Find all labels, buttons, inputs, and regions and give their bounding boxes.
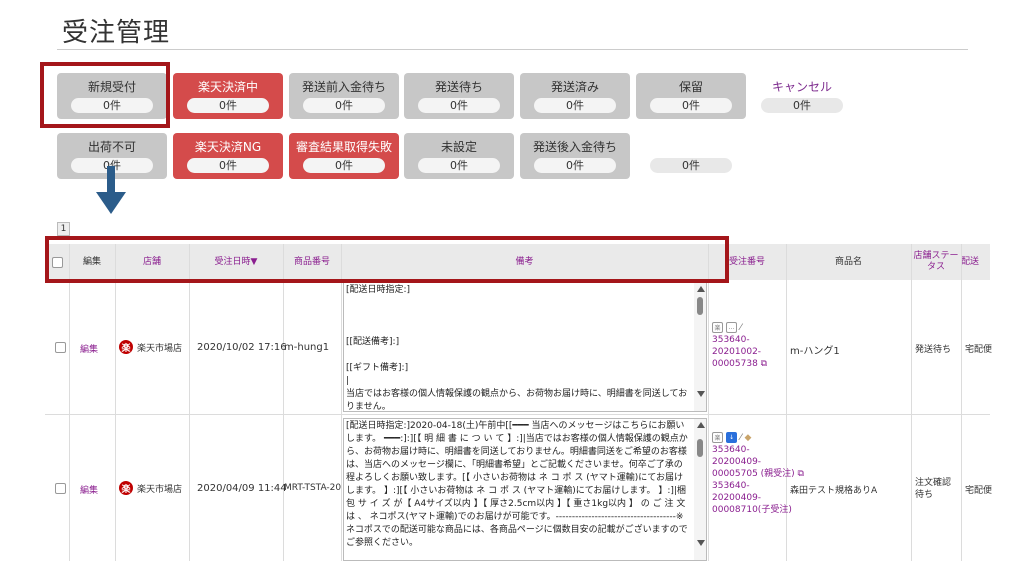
tile-label: 発送待ち bbox=[434, 80, 483, 94]
shop-cell: 楽 楽天市場店 bbox=[119, 340, 182, 354]
tile-count: 0件 bbox=[650, 158, 732, 173]
delivery-method: 宅配便 bbox=[965, 345, 993, 355]
header-product: 商品名 bbox=[834, 256, 862, 267]
status-tile-rakuten-paying[interactable]: 楽天決済中 0件 bbox=[173, 73, 283, 119]
shop-cell: 楽 楽天市場店 bbox=[119, 481, 182, 495]
order-icons: 楽 ↓ ⁄ ◆ bbox=[712, 432, 751, 443]
tile-label: 楽天決済NG bbox=[194, 140, 262, 154]
status-tile-rakuten-ng[interactable]: 楽天決済NG 0件 bbox=[173, 133, 283, 179]
pencil-icon[interactable]: ⁄ bbox=[740, 433, 742, 443]
memo-textarea[interactable]: [配送日時指定:] [[配送備考]:] [[ギフト備考]:] | 当店ではお客様… bbox=[343, 282, 707, 412]
package-icon: ◆ bbox=[744, 432, 752, 443]
tile-label: 保留 bbox=[678, 80, 703, 94]
status-tile-shipped[interactable]: 発送済み 0件 bbox=[520, 73, 630, 119]
tile-count: 0件 bbox=[303, 158, 385, 173]
order-number-link[interactable]: 353640- 20201002- 00005738 ⧉ bbox=[712, 334, 767, 370]
tile-count: 0件 bbox=[534, 98, 616, 113]
status-tile-hold[interactable]: 保留 0件 bbox=[636, 73, 746, 119]
header-shop-status[interactable]: 店舗ステータス bbox=[911, 244, 961, 280]
status-tile-ship-waiting[interactable]: 発送待ち 0件 bbox=[404, 73, 514, 119]
order-number-link[interactable]: 353640- 20200409- 00005705 (親受注) ⧉ 35364… bbox=[712, 444, 804, 516]
product-name: 森田テスト規格ありA bbox=[790, 486, 878, 496]
tile-label: 発送前入金待ち bbox=[301, 80, 386, 94]
pencil-icon[interactable]: ⁄ bbox=[740, 323, 742, 333]
tile-count: 0件 bbox=[761, 98, 843, 113]
status-tile-postpay-waiting[interactable]: 発送後入金待ち 0件 bbox=[520, 133, 630, 179]
rakuten-logo-icon: 楽 bbox=[119, 340, 133, 354]
status-tile-prepay-waiting[interactable]: 発送前入金待ち 0件 bbox=[289, 73, 399, 119]
orders-table: 編集 店舗 受注日時▼ 商品番号 備考 受注番号 商品名 店舗ステータス 配送 … bbox=[45, 236, 993, 561]
pager-page[interactable]: 1 bbox=[57, 222, 70, 236]
order-date: 2020/04/09 11:44 bbox=[197, 483, 287, 494]
delivery-method: 宅配便 bbox=[965, 486, 993, 496]
shop-name: 楽天市場店 bbox=[137, 484, 183, 495]
rakuten-badge-icon: 楽 bbox=[712, 322, 723, 333]
order-date: 2020/10/02 17:16 bbox=[197, 342, 287, 353]
product-name: m-ハング1 bbox=[790, 346, 840, 357]
memo-textarea[interactable]: [配送日時指定:]2020-04-18(土)午前中[[━━━ 当店へのメッセージ… bbox=[343, 418, 707, 561]
shop-name: 楽天市場店 bbox=[137, 343, 183, 354]
tile-count: 0件 bbox=[418, 98, 500, 113]
edit-link[interactable]: 編集 bbox=[80, 483, 98, 496]
page-title: 受注管理 bbox=[62, 18, 171, 48]
edit-link[interactable]: 編集 bbox=[80, 342, 98, 355]
tile-label: 審査結果取得失敗 bbox=[295, 140, 392, 154]
status-tile-cancel[interactable]: キャンセル 0件 bbox=[747, 73, 857, 119]
tile-count: 0件 bbox=[187, 98, 269, 113]
shop-status: 注文確認待ち bbox=[915, 478, 952, 500]
tile-count: 0件 bbox=[187, 158, 269, 173]
row-checkbox[interactable] bbox=[55, 483, 66, 494]
memo-scrollbar[interactable] bbox=[694, 419, 706, 560]
item-number: MRT-TSTA-20 bbox=[284, 483, 342, 493]
memo-text: [配送日時指定:] [[配送備考]:] [[ギフト備考]:] | 当店ではお客様… bbox=[346, 285, 688, 412]
title-divider bbox=[57, 49, 968, 50]
row-checkbox[interactable] bbox=[55, 342, 66, 353]
memo-scrollbar[interactable] bbox=[694, 283, 706, 411]
tile-label: キャンセル bbox=[771, 80, 832, 94]
highlight-box-new-tile bbox=[40, 62, 170, 128]
item-number: m-hung1 bbox=[284, 342, 330, 353]
download-icon[interactable]: ↓ bbox=[726, 432, 737, 443]
tile-label: 出荷不可 bbox=[87, 140, 136, 154]
status-tile-unset[interactable]: 未設定 0件 bbox=[404, 133, 514, 179]
rakuten-logo-icon: 楽 bbox=[119, 481, 133, 495]
tile-label: 未設定 bbox=[440, 140, 477, 154]
tile-label: 発送済み bbox=[550, 80, 599, 94]
tile-count: 0件 bbox=[650, 98, 732, 113]
shop-status: 発送待ち bbox=[915, 345, 952, 355]
memo-text: [配送日時指定:]2020-04-18(土)午前中[[━━━ 当店へのメッセージ… bbox=[346, 421, 689, 548]
tile-count: 0件 bbox=[418, 158, 500, 173]
highlight-box-header bbox=[45, 236, 729, 283]
status-tile-review-failed[interactable]: 審査結果取得失敗 0件 bbox=[289, 133, 399, 179]
tile-label: 発送後入金待ち bbox=[532, 140, 617, 154]
header-delivery[interactable]: 配送 bbox=[961, 244, 990, 280]
status-tile-unnamed[interactable]: 0件 bbox=[636, 133, 746, 179]
message-icon[interactable]: … bbox=[726, 322, 737, 333]
arrow-down-icon bbox=[96, 166, 126, 214]
tile-label: 楽天決済中 bbox=[197, 80, 258, 94]
tile-count: 0件 bbox=[303, 98, 385, 113]
order-icons: 楽 … ⁄ bbox=[712, 322, 742, 333]
tile-count: 0件 bbox=[534, 158, 616, 173]
rakuten-badge-icon: 楽 bbox=[712, 432, 723, 443]
